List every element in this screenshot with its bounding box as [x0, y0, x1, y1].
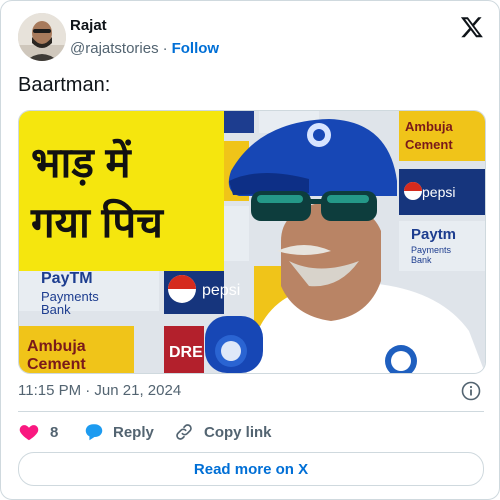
svg-text:Bank: Bank — [411, 255, 432, 265]
x-logo-icon[interactable] — [460, 15, 484, 39]
svg-text:pepsi: pepsi — [202, 282, 240, 299]
svg-text:pepsi: pepsi — [422, 184, 455, 200]
caption-line-1: भाड़ में — [31, 139, 131, 186]
svg-text:Cement: Cement — [27, 356, 86, 373]
handle-row: @rajatstories · Follow — [70, 40, 219, 57]
tweet-card: Rajat @rajatstories · Follow Baartman: A… — [0, 0, 500, 500]
info-icon[interactable] — [461, 381, 481, 401]
link-icon — [176, 424, 192, 440]
like-button[interactable]: 8 — [18, 419, 58, 445]
action-bar: 8 Reply Copy link — [18, 419, 484, 445]
like-count: 8 — [50, 423, 59, 441]
divider — [18, 411, 484, 412]
avatar[interactable] — [18, 13, 66, 61]
svg-text:Paytm: Paytm — [411, 226, 456, 243]
tweet-text: Baartman: — [18, 74, 111, 96]
tweet-media[interactable]: Ambuja Cement pepsi Paytm Payments Bank … — [18, 110, 486, 374]
author-name[interactable]: Rajat — [70, 17, 107, 34]
caption-line-2: गया पिच — [31, 199, 163, 246]
separator-dot: · — [162, 40, 168, 57]
svg-text:PayTM: PayTM — [41, 270, 93, 287]
tweet-header: Rajat @rajatstories · Follow — [18, 13, 484, 63]
heart-icon — [19, 425, 39, 441]
read-more-button[interactable]: Read more on X — [18, 452, 484, 486]
reply-label: Reply — [113, 423, 154, 441]
svg-text:Ambuja: Ambuja — [405, 119, 453, 134]
caption-overlay: भाड़ में गया पिच — [19, 111, 224, 271]
reply-icon — [85, 424, 103, 441]
svg-text:Cement: Cement — [405, 137, 453, 152]
svg-text:DRE: DRE — [169, 344, 203, 361]
copy-link-label: Copy link — [204, 423, 272, 441]
author-handle[interactable]: @rajatstories — [70, 40, 159, 57]
follow-button[interactable]: Follow — [172, 40, 220, 57]
svg-text:Payments: Payments — [411, 245, 452, 255]
timestamp[interactable]: 11:15 PM · Jun 21, 2024 — [18, 382, 181, 399]
svg-text:Bank: Bank — [41, 302, 71, 317]
svg-text:Ambuja: Ambuja — [27, 338, 86, 355]
reply-button[interactable]: Reply — [83, 419, 154, 445]
copy-link-button[interactable]: Copy link — [174, 419, 272, 445]
